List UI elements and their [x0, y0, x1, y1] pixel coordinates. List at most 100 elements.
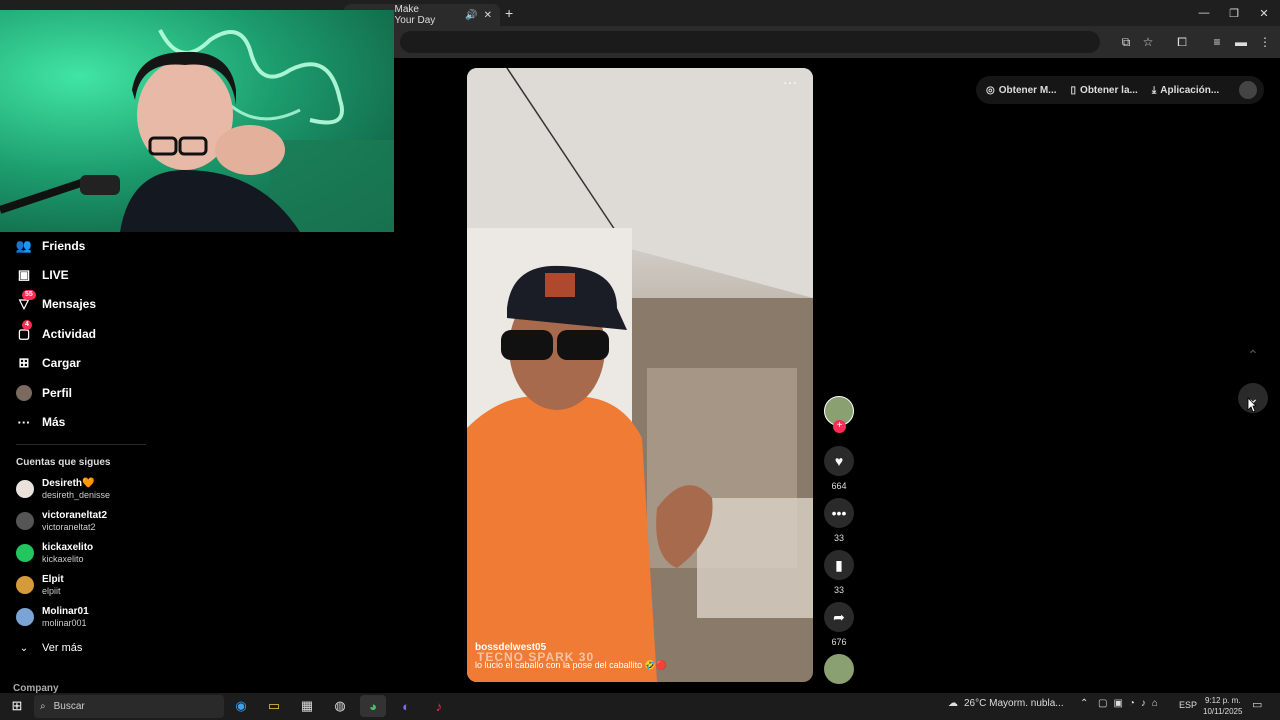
follow-name: Molinar01	[42, 605, 89, 617]
tray-chevron-icon[interactable]: ⌃	[1080, 698, 1088, 709]
app-icon[interactable]: ◍	[327, 695, 353, 717]
save-button[interactable]: ▮	[824, 550, 854, 580]
search-placeholder: Buscar	[53, 701, 85, 712]
chrome-icon[interactable]: ◕	[360, 695, 386, 717]
comment-button[interactable]: •••	[824, 498, 854, 528]
desktop-app-label: Aplicación...	[1160, 84, 1220, 96]
following-item[interactable]: Desireth🧡 desireth_denisse	[16, 475, 110, 503]
follow-name: kickaxelito	[42, 541, 94, 553]
sidebar-item-messages[interactable]: ▽ 55 Mensajes	[16, 290, 97, 316]
media-control-icon[interactable]: ≡	[1207, 32, 1227, 52]
heart-icon: ♥	[834, 453, 844, 469]
sidebar-item-label: LIVE	[42, 268, 69, 282]
profile-avatar	[16, 385, 32, 401]
tray-icons[interactable]: ▢▣◔♪⌂	[1098, 698, 1164, 709]
language-indicator[interactable]: ESP	[1179, 700, 1197, 710]
bookmark-star-icon[interactable]: ☆	[1138, 32, 1158, 52]
profile-icon[interactable]: ▬	[1231, 32, 1251, 52]
following-item[interactable]: kickaxelito kickaxelito	[16, 539, 93, 567]
previous-video-button[interactable]: ⌃	[1238, 340, 1268, 370]
new-tab-button[interactable]: +	[505, 5, 519, 21]
save-count: 33	[833, 585, 844, 595]
sidebar-item-friends[interactable]: 👥 Friends	[16, 234, 85, 258]
desktop-app-button[interactable]: ⤓ Aplicación...	[1152, 85, 1219, 96]
coin-icon: ◎	[986, 84, 995, 96]
following-header: Cuentas que sigues	[16, 457, 111, 468]
comment-icon: •••	[831, 505, 847, 521]
taskbar-search[interactable]: ⌕ Buscar	[34, 695, 224, 718]
tab-mute-icon[interactable]: 🔊	[465, 10, 477, 21]
weather-widget[interactable]: ☁ 26°C Mayorm. nubla...	[948, 698, 1064, 709]
sound-disc-icon[interactable]	[824, 654, 854, 684]
following-item[interactable]: Molinar01 molinar001	[16, 603, 89, 631]
maximize-button[interactable]: ❐	[1218, 0, 1250, 26]
clock-time: 9:12 p. m.	[1204, 696, 1241, 705]
sidebar-item-label: Mensajes	[42, 297, 97, 311]
get-coins-label: Obtener M...	[998, 84, 1057, 96]
follow-handle: molinar001	[42, 617, 87, 628]
discord-icon[interactable]: ◐	[393, 695, 419, 717]
video-caption: lo lucio el caballo con la pose del caba…	[475, 660, 668, 670]
user-avatar[interactable]	[1239, 81, 1258, 99]
address-bar[interactable]	[400, 31, 1100, 53]
follow-handle: desireth_denisse	[42, 489, 111, 500]
upload-icon: ⊞	[18, 355, 30, 370]
share-icon: ➦	[833, 608, 845, 625]
video-more-icon[interactable]: ···	[783, 74, 797, 90]
top-actions-bar: ◎ Obtener M... ▯ Obtener la... ⤓ Aplicación…	[976, 76, 1264, 104]
share-count: 676	[831, 637, 847, 647]
get-app-button[interactable]: ▯ Obtener la...	[1071, 85, 1138, 96]
more-icon: ···	[17, 414, 31, 430]
notification-icon[interactable]: ▭	[1252, 698, 1262, 711]
sidebar-item-profile[interactable]: Perfil	[16, 381, 72, 405]
avatar	[16, 608, 34, 626]
get-app-label: Obtener la...	[1080, 84, 1138, 96]
follow-name: victoraneltat2	[42, 509, 108, 521]
download-icon: ⤓	[1151, 84, 1157, 96]
video-frame-image	[467, 68, 813, 682]
follow-plus-icon[interactable]: +	[833, 420, 846, 433]
activity-icon: ▢ 4	[17, 320, 32, 341]
follow-name: Desireth🧡	[42, 477, 95, 489]
like-button[interactable]: ♥	[824, 446, 854, 476]
avatar	[16, 544, 34, 562]
store-icon[interactable]: ▦	[294, 695, 320, 717]
avatar	[16, 576, 34, 594]
clock-date: 10/11/2025	[1203, 707, 1243, 716]
browser-menu-icon[interactable]: ⋮	[1255, 32, 1275, 52]
sidebar-item-label: Cargar	[42, 356, 81, 370]
search-icon: ⌕	[40, 701, 46, 712]
tiktok-icon[interactable]: ♪	[426, 695, 452, 717]
following-item[interactable]: victoraneltat2 victoraneltat2	[16, 507, 107, 535]
following-item[interactable]: Elpit elpiit	[16, 571, 64, 599]
follow-handle: victoraneltat2	[42, 521, 96, 532]
sidebar-item-upload[interactable]: ⊞ Cargar	[16, 351, 81, 375]
edge-icon[interactable]: ◉	[228, 695, 254, 717]
sidebar-item-live[interactable]: ▣ LIVE	[16, 263, 69, 287]
get-coins-button[interactable]: ◎ Obtener M...	[986, 85, 1057, 96]
sidebar-item-activity[interactable]: ▢ 4 Actividad	[16, 320, 96, 346]
tab-close-icon[interactable]: ✕	[484, 10, 492, 21]
clock[interactable]: 9:12 p. m. 10/11/2025	[1203, 695, 1242, 717]
avatar	[16, 512, 34, 530]
avatar	[16, 480, 34, 498]
extensions-icon[interactable]: ⧠	[1172, 32, 1192, 52]
close-button[interactable]: ✕	[1248, 0, 1280, 26]
sidebar-item-label: Friends	[42, 239, 86, 253]
file-explorer-icon[interactable]: ▭	[261, 695, 287, 717]
sidebar-item-more[interactable]: ··· Más	[16, 410, 66, 434]
friends-icon: 👥	[15, 238, 33, 253]
cloud-icon: ☁	[948, 698, 958, 709]
minimize-button[interactable]: —	[1188, 0, 1220, 26]
install-app-icon[interactable]: ⧉	[1116, 32, 1136, 52]
live-icon: ▣	[17, 267, 31, 282]
sidebar-item-label: Perfil	[42, 386, 73, 400]
see-more-link[interactable]: ⌄ Ver más	[16, 636, 83, 660]
webcam-feed-image	[0, 29, 394, 232]
video-player[interactable]: ··· bossdelwest05 TECNO SPARK 30 lo luci…	[467, 68, 813, 682]
phone-icon: ▯	[1070, 84, 1077, 96]
mouse-cursor-icon	[1247, 397, 1257, 413]
sidebar-item-label: Más	[42, 415, 66, 429]
share-button[interactable]: ➦	[824, 602, 854, 632]
windows-start-icon[interactable]: ⊞	[4, 695, 30, 717]
